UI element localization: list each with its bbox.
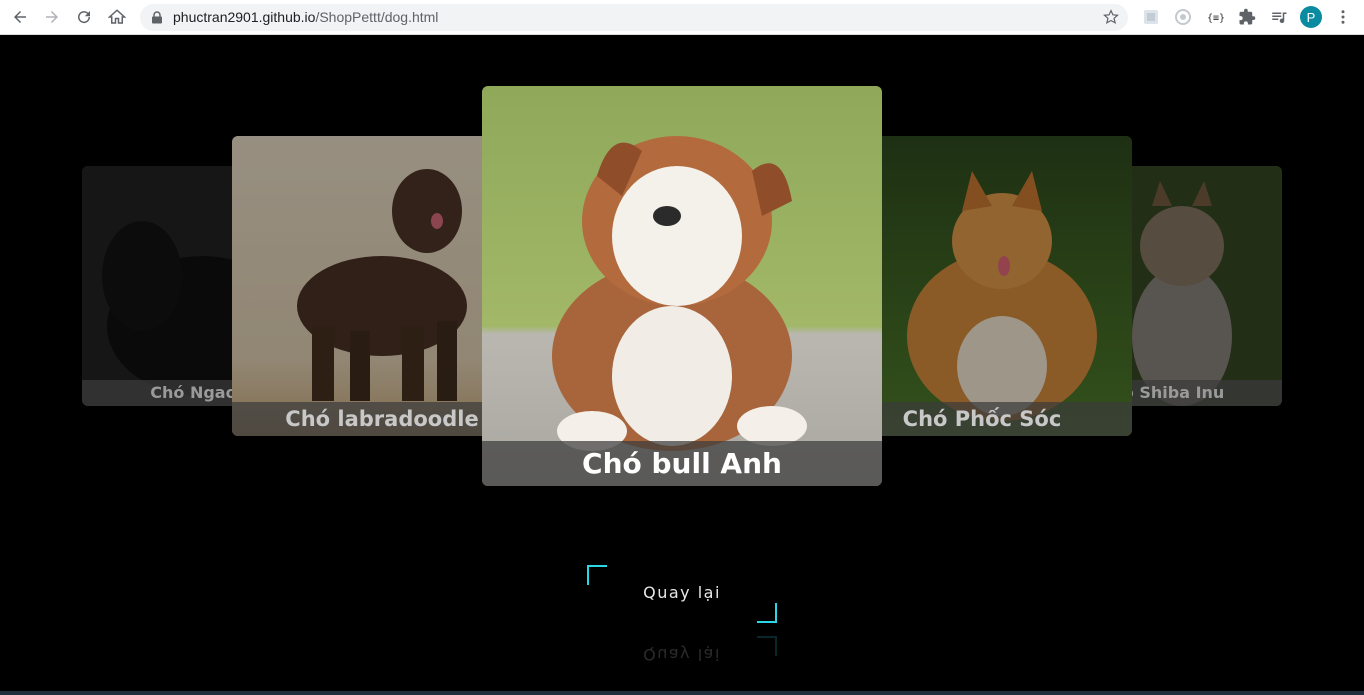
menu-icon[interactable] (1333, 7, 1353, 27)
extension-icon[interactable] (1173, 7, 1193, 27)
back-button[interactable]: Quay lại (587, 565, 777, 623)
dog-photo (482, 86, 882, 486)
taskbar-edge (0, 691, 1364, 695)
browser-toolbar: phuctran2901.github.io/ShopPettt/dog.htm… (0, 0, 1364, 35)
back-button-reflection: Quay lại (587, 636, 777, 676)
back-button-reflection-label: Quay lại (643, 645, 721, 664)
reload-icon[interactable] (71, 4, 97, 30)
corner-decoration (757, 603, 777, 623)
home-icon[interactable] (104, 4, 130, 30)
url-host: phuctran2901.github.io (173, 9, 316, 25)
url-path: /ShopPettt/dog.html (315, 9, 439, 25)
svg-text:{≡}: {≡} (1207, 13, 1224, 24)
url-text: phuctran2901.github.io/ShopPettt/dog.htm… (173, 9, 438, 25)
dog-card-bull-anh[interactable]: Chó bull Anh (482, 86, 882, 486)
back-icon[interactable] (7, 4, 33, 30)
avatar[interactable]: P (1300, 6, 1322, 28)
media-icon[interactable] (1269, 7, 1289, 27)
carousel-stage: Chó Ngao Ý Chó Shiba Inu Chó labradoodle… (0, 36, 1364, 695)
corner-decoration (587, 565, 607, 585)
back-button-label: Quay lại (643, 583, 721, 602)
star-icon[interactable] (1103, 9, 1119, 25)
forward-icon[interactable] (39, 4, 65, 30)
address-bar[interactable]: phuctran2901.github.io/ShopPettt/dog.htm… (140, 4, 1128, 31)
extension-icon[interactable] (1141, 7, 1161, 27)
dog-card-label: Chó bull Anh (482, 441, 882, 486)
puzzle-icon[interactable] (1237, 7, 1257, 27)
extension-icon[interactable]: {≡} (1205, 7, 1225, 27)
lock-icon (152, 11, 162, 24)
